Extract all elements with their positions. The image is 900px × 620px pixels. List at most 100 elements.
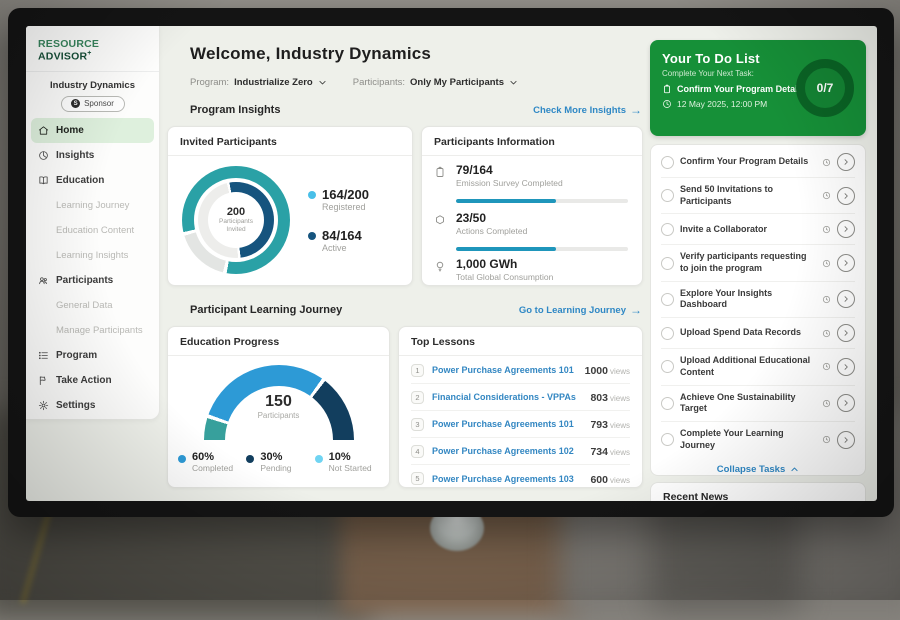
task-send-invitations[interactable]: Send 50 Invitations to Participants	[661, 178, 855, 214]
go-to-learning-journey-link[interactable]: Go to Learning Journey →	[519, 304, 642, 316]
brand-secondary: ADVISOR	[38, 51, 87, 63]
legend-dot	[315, 455, 323, 463]
sidebar-item-home[interactable]: Home	[31, 118, 154, 143]
rank-badge: 2	[411, 391, 424, 404]
sidebar-item-insights[interactable]: Insights	[31, 143, 154, 168]
insights-icon	[38, 150, 49, 161]
gauge-center-value: 150	[204, 393, 354, 411]
chevron-right-icon[interactable]	[837, 290, 855, 308]
section-title: Program Insights	[190, 104, 280, 116]
task-upload-educational-content[interactable]: Upload Additional Educational Content	[661, 349, 855, 385]
take-action-icon	[38, 375, 49, 386]
brand-logo: RESOURCE ADVISOR+	[26, 26, 159, 72]
task-checkbox[interactable]	[661, 156, 674, 169]
legend-dot	[308, 191, 316, 199]
legend-dot	[178, 455, 186, 463]
task-checkbox[interactable]	[661, 223, 674, 236]
lesson-row-2[interactable]: 2 Financial Considerations - VPPAs 803vi…	[411, 384, 630, 411]
chevron-right-icon[interactable]	[837, 394, 855, 412]
lesson-row-1[interactable]: 1 Power Purchase Agreements 101 1000view…	[411, 357, 630, 384]
participants-select[interactable]: Participants: Only My Participants	[353, 77, 518, 88]
learning-journey-header: Participant Learning Journey Go to Learn…	[190, 304, 642, 316]
clock-icon	[822, 329, 831, 338]
task-checkbox[interactable]	[661, 257, 674, 270]
bulb-icon	[434, 257, 456, 282]
gauge-legend: 60% Completed 30% Pending 10% Not Starte…	[178, 451, 383, 473]
sidebar-item-education-content[interactable]: Education Content	[31, 218, 154, 243]
check-more-insights-link[interactable]: Check More Insights →	[533, 104, 642, 116]
home-icon	[38, 125, 49, 136]
education-progress-card: Education Progress 150 Participants 60% …	[167, 326, 390, 488]
settings-icon	[38, 400, 49, 411]
recent-news-title: Recent News	[663, 491, 853, 501]
chevron-right-icon[interactable]	[837, 220, 855, 238]
sidebar-item-learning-journey[interactable]: Learning Journey	[31, 193, 154, 218]
sidebar-item-program[interactable]: Program	[31, 343, 154, 368]
arrow-right-icon: →	[630, 104, 642, 116]
legend-pending: 30% Pending	[246, 451, 314, 473]
todo-progress-ring: 0/7	[796, 59, 854, 117]
legend-dot	[246, 455, 254, 463]
clock-icon	[822, 435, 831, 444]
clock-icon	[822, 158, 831, 167]
task-checkbox[interactable]	[661, 327, 674, 340]
clock-icon	[822, 399, 831, 408]
rank-badge: 1	[411, 364, 424, 377]
sponsor-icon: S	[71, 99, 80, 108]
legend-completed: 60% Completed	[178, 451, 246, 473]
todo-task-list: Confirm Your Program Details Send 50 Inv…	[650, 144, 866, 476]
task-checkbox[interactable]	[661, 189, 674, 202]
legend-dot	[308, 232, 316, 240]
legend-active: 84/164 Active	[308, 228, 369, 253]
main-content: Welcome, Industry Dynamics Program: Indu…	[164, 26, 650, 501]
rank-badge: 4	[411, 445, 424, 458]
education-icon	[38, 175, 49, 186]
sidebar-item-general-data[interactable]: General Data	[31, 293, 154, 318]
chevron-up-icon	[790, 465, 799, 474]
chevron-right-icon[interactable]	[837, 187, 855, 205]
sidebar-item-learning-insights[interactable]: Learning Insights	[31, 243, 154, 268]
education-progress-gauge-chart: 150 Participants	[204, 365, 354, 440]
task-checkbox[interactable]	[661, 433, 674, 446]
sidebar-item-participants[interactable]: Participants	[31, 268, 154, 293]
task-checkbox[interactable]	[661, 360, 674, 373]
task-explore-insights[interactable]: Explore Your Insights Dashboard	[661, 282, 855, 318]
sponsor-badge: S Sponsor	[61, 96, 125, 112]
lesson-row-5[interactable]: 5 Power Purchase Agreements 103 600views	[411, 465, 630, 492]
clipboard-icon	[662, 84, 672, 94]
actions-completed-progress-bar	[456, 247, 628, 251]
sidebar-item-settings[interactable]: Settings	[31, 393, 154, 418]
task-verify-participants[interactable]: Verify participants requesting to join t…	[661, 245, 855, 281]
program-select[interactable]: Program: Industrialize Zero	[190, 77, 327, 88]
top-lessons-card: Top Lessons 1 Power Purchase Agreements …	[398, 326, 643, 488]
task-checkbox[interactable]	[661, 293, 674, 306]
filter-bar: Program: Industrialize Zero Participants…	[190, 77, 518, 88]
lesson-row-3[interactable]: 3 Power Purchase Agreements 101 793views	[411, 411, 630, 438]
lesson-row-4[interactable]: 4 Power Purchase Agreements 102 734views	[411, 438, 630, 465]
chevron-right-icon[interactable]	[837, 254, 855, 272]
chevron-right-icon[interactable]	[837, 324, 855, 342]
invited-participants-card: Invited Participants 200 Participants In…	[167, 126, 413, 286]
task-achieve-sustainability-target[interactable]: Achieve One Sustainability Target	[661, 386, 855, 422]
chevron-right-icon[interactable]	[837, 431, 855, 449]
collapse-tasks-link[interactable]: Collapse Tasks	[661, 457, 855, 479]
donut-legend: 164/200 Registered 84/164 Active	[308, 187, 369, 253]
rank-badge: 5	[411, 472, 424, 485]
task-confirm-program-details[interactable]: Confirm Your Program Details	[661, 147, 855, 178]
task-complete-learning-journey[interactable]: Complete Your Learning Journey	[661, 422, 855, 457]
task-checkbox[interactable]	[661, 397, 674, 410]
sidebar-item-education[interactable]: Education	[31, 168, 154, 193]
sidebar-item-manage-participants[interactable]: Manage Participants	[31, 318, 154, 343]
task-invite-collaborator[interactable]: Invite a Collaborator	[661, 214, 855, 245]
chevron-right-icon[interactable]	[837, 358, 855, 376]
chevron-right-icon[interactable]	[837, 153, 855, 171]
clipboard-icon	[434, 163, 456, 188]
stat-actions-completed: 23/50 Actions Completed	[434, 211, 628, 236]
clock-icon	[822, 225, 831, 234]
participants-icon	[38, 275, 49, 286]
stat-total-consumption: 1,000 GWh Total Global Consumption	[434, 257, 628, 282]
program-insights-header: Program Insights Check More Insights →	[190, 104, 642, 116]
chevron-down-icon	[509, 78, 518, 87]
sidebar-item-take-action[interactable]: Take Action	[31, 368, 154, 393]
task-upload-spend-data[interactable]: Upload Spend Data Records	[661, 318, 855, 349]
